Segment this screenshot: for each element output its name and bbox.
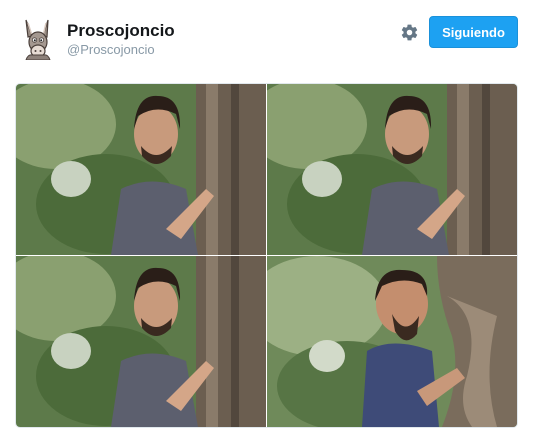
peek-photo (16, 84, 266, 255)
media-panel-1[interactable] (16, 84, 266, 255)
media-panel-3[interactable] (16, 256, 266, 427)
user-handle[interactable]: @Proscojoncio (67, 42, 175, 58)
author-names[interactable]: Proscojoncio @Proscojoncio (67, 21, 175, 58)
gear-icon[interactable] (400, 23, 419, 42)
media-panel-2[interactable] (267, 84, 517, 255)
media-panel-4[interactable] (267, 256, 517, 427)
tweet-media[interactable] (15, 83, 518, 428)
peek-photo (267, 84, 517, 255)
following-button[interactable]: Siguiendo (429, 16, 518, 48)
peek-photo-distorted (267, 256, 517, 427)
donkey-icon (25, 19, 51, 61)
display-name[interactable]: Proscojoncio (67, 21, 175, 41)
peek-photo (16, 256, 266, 427)
tweet-header: Proscojoncio @Proscojoncio Siguiendo (0, 0, 541, 70)
avatar[interactable] (18, 16, 58, 61)
